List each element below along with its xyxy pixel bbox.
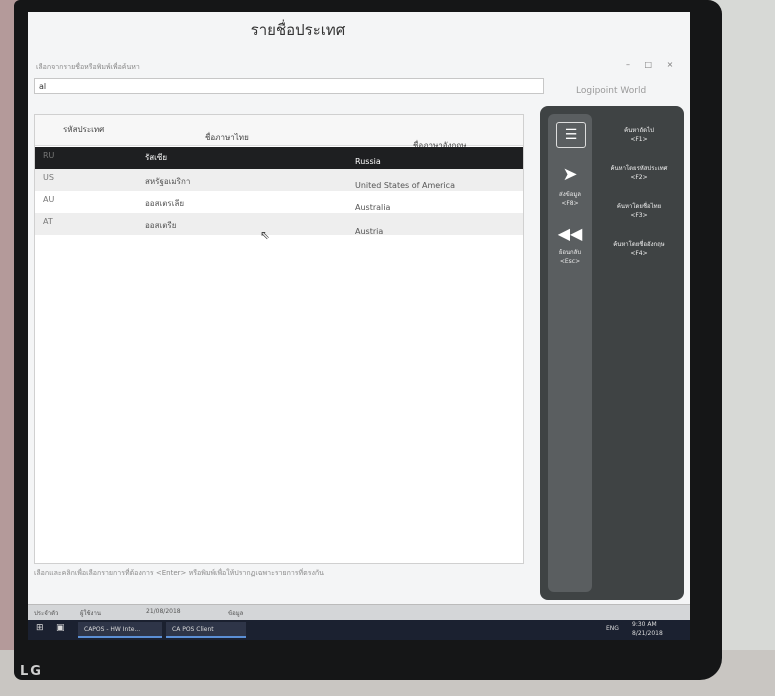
app-window: รายชื่อประเทศ – □ × เลือกจากรายชื่อหรือพ… <box>28 12 690 604</box>
entry-next[interactable]: ค้นหาถัดไป <F1> <box>600 126 678 144</box>
list-icon[interactable]: ☰ <box>556 122 586 148</box>
cell-code: AT <box>43 217 53 226</box>
taskbar-app-capos[interactable]: CAPOS - HW Inte... <box>78 622 162 638</box>
language-indicator[interactable]: ENG <box>606 625 619 632</box>
table-row[interactable]: US สหรัฐอเมริกา United States of America <box>35 169 523 191</box>
table-header: รหัสประเทศ ชื่อภาษาไทย ชื่อภาษาอังกฤษ <box>35 115 523 150</box>
cell-name-th: ออสเตรเลีย <box>145 199 185 208</box>
status-date: 21/08/2018 <box>146 608 181 615</box>
cell-name-en: Austria <box>355 227 384 236</box>
window-title: รายชื่อประเทศ <box>250 21 346 39</box>
search-hint: เลือกจากรายชื่อหรือพิมพ์เพื่อค้นหา <box>36 63 140 71</box>
cell-name-th: ออสเตรีย <box>145 221 177 230</box>
status-item[interactable]: ข้อมูล <box>228 608 243 618</box>
status-item[interactable]: ประจำตัว <box>34 608 58 618</box>
monitor-logo: LG <box>20 664 43 679</box>
header-code[interactable]: รหัสประเทศ <box>63 123 104 136</box>
rewind-icon[interactable]: ◀◀ <box>556 224 584 243</box>
windows-start-icon[interactable]: ⊞ <box>36 623 44 633</box>
taskbar-app-capos-client[interactable]: CA POS Client <box>166 622 246 638</box>
table-row[interactable]: AT ออสเตรีย Austria <box>35 213 523 236</box>
brand-label: Logipoint World <box>576 86 647 96</box>
search-input[interactable]: al <box>34 78 544 94</box>
cell-name-en: Australia <box>355 203 391 212</box>
taskbar: ⊞ ▣ CAPOS - HW Inte... CA POS Client ENG… <box>28 620 690 640</box>
entry-by-code[interactable]: ค้นหาโดยรหัสประเทศ <F2> <box>600 164 678 182</box>
country-table: รหัสประเทศ ชื่อภาษาไทย ชื่อภาษาอังกฤษ RU… <box>34 114 524 564</box>
cell-code: RU <box>43 151 55 160</box>
cell-name-th: สหรัฐอเมริกา <box>145 177 191 186</box>
file-explorer-icon[interactable]: ▣ <box>56 623 65 633</box>
cell-name-th: รัสเซีย <box>145 153 168 162</box>
screen: รายชื่อประเทศ – □ × เลือกจากรายชื่อหรือพ… <box>28 12 690 640</box>
footer-hint: เลือกและคลิกเพื่อเลือกรายการที่ต้องการ <… <box>34 569 324 577</box>
send-icon[interactable]: ➤ <box>556 164 584 185</box>
clock-date: 8/21/2018 <box>632 630 663 637</box>
sidebar-back-label[interactable]: ย้อนกลับ <Esc> <box>550 248 590 266</box>
table-row[interactable]: AU ออสเตรเลีย Australia <box>35 191 523 213</box>
sidebar-send-label[interactable]: ส่งข้อมูล <F8> <box>550 190 590 208</box>
status-item[interactable]: ผู้ใช้งาน <box>80 608 101 618</box>
cell-code: US <box>43 173 54 182</box>
header-name-th[interactable]: ชื่อภาษาไทย <box>205 131 249 144</box>
mouse-cursor-icon: ⇖ <box>260 228 271 242</box>
sidebar-strip <box>548 114 592 592</box>
cell-code: AU <box>43 195 55 204</box>
window-controls[interactable]: – □ × <box>626 60 679 69</box>
cell-name-en: Russia <box>355 157 381 166</box>
status-bar: ประจำตัว ผู้ใช้งาน 21/08/2018 ข้อมูล <box>28 604 690 621</box>
entry-by-thai[interactable]: ค้นหาโดยชื่อไทย <F3> <box>600 202 678 220</box>
sidebar-panel: ☰ ➤ ส่งข้อมูล <F8> ◀◀ ย้อนกลับ <Esc> ค้น… <box>540 106 684 600</box>
taskbar-app-label: CAPOS - HW Inte... <box>84 626 141 633</box>
taskbar-app-label: CA POS Client <box>172 626 214 633</box>
clock-time: 9:30 AM <box>632 621 657 628</box>
cell-name-en: United States of America <box>355 181 455 190</box>
entry-by-english[interactable]: ค้นหาโดยชื่ออังกฤษ <F4> <box>600 240 678 258</box>
table-row[interactable]: RU รัสเซีย Russia <box>35 147 523 169</box>
